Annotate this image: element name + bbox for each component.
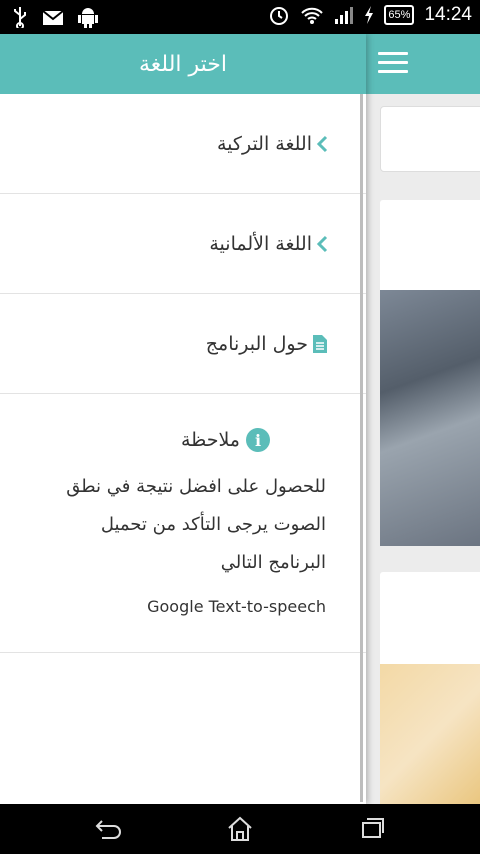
recents-icon[interactable]: [360, 816, 386, 840]
menu-item-about[interactable]: حول البرنامج: [0, 294, 366, 394]
android-icon: [78, 8, 98, 28]
alarm-icon: [270, 7, 289, 25]
clock: 14:24: [424, 4, 472, 25]
mail-icon: [42, 10, 64, 25]
chevron-icon: [316, 135, 328, 153]
wifi-icon: [301, 7, 324, 24]
menu-item-label: حول البرنامج: [205, 332, 308, 355]
back-icon[interactable]: [94, 816, 122, 840]
document-icon: [312, 334, 328, 354]
chevron-icon: [316, 235, 328, 253]
menu-item-turkish[interactable]: اللغة التركية: [0, 94, 366, 194]
signal-icon: [335, 7, 354, 24]
note-line: البرنامج التالي: [220, 552, 326, 573]
home-icon[interactable]: [226, 816, 254, 842]
card-image: [380, 664, 480, 804]
note-title: ملاحظة: [180, 429, 240, 451]
menu-item-german[interactable]: اللغة الألمانية: [0, 194, 366, 294]
tts-app-name: Google Text-to-speech: [147, 597, 326, 616]
system-nav-bar: [0, 804, 480, 854]
drawer-title: اختر اللغة: [0, 34, 366, 94]
note-section: i ملاحظة للحصول على افضل نتيجة في نطق ال…: [0, 394, 366, 653]
usb-icon: [14, 7, 26, 28]
status-bar: 65% 14:24: [0, 0, 480, 34]
note-line: الصوت يرجى التأكد من تحميل: [100, 514, 326, 535]
battery-indicator: 65%: [384, 5, 415, 25]
scrollbar[interactable]: [360, 94, 363, 802]
menu-item-label: اللغة التركية: [217, 132, 312, 155]
menu-item-label: اللغة الألمانية: [209, 232, 312, 255]
charging-icon: [365, 6, 374, 24]
note-line: للحصول على افضل نتيجة في نطق: [66, 476, 326, 497]
navigation-drawer: اختر اللغة اللغة التركية اللغة الألمانية…: [0, 34, 366, 804]
search-field[interactable]: [380, 106, 480, 172]
card-image: [380, 290, 480, 546]
menu-icon[interactable]: [378, 52, 408, 76]
info-icon: i: [246, 428, 270, 452]
